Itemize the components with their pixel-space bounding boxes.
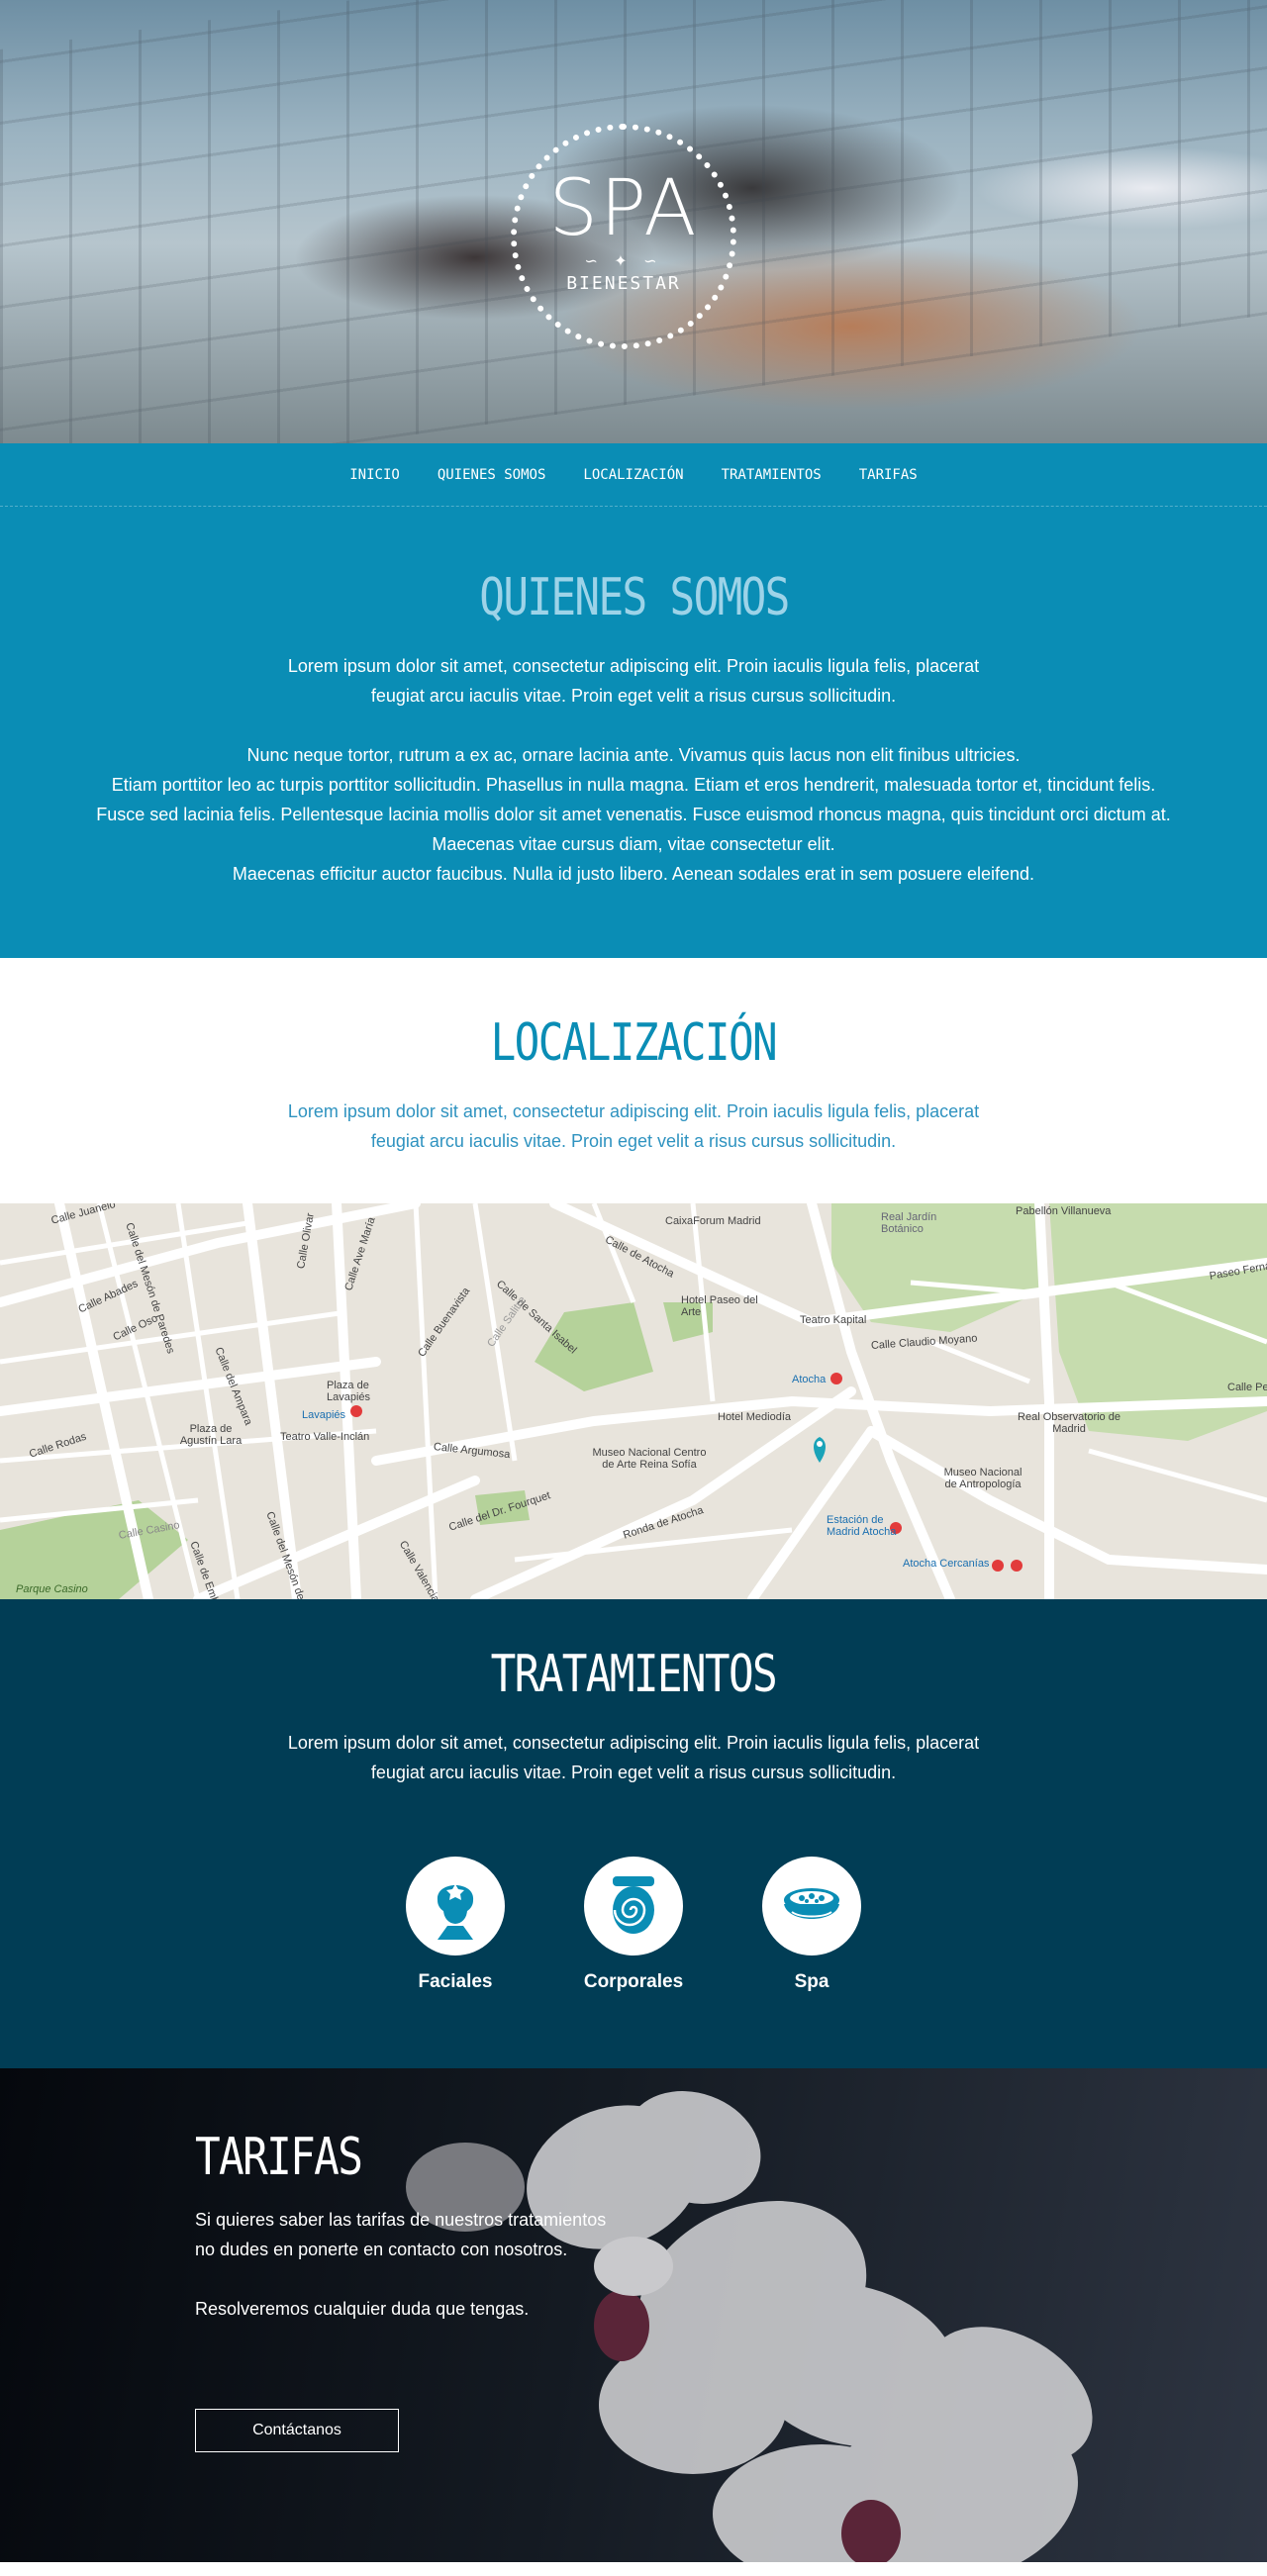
localizacion-title: LOCALIZACIÓN: [490, 1013, 778, 1073]
treatment-faciales[interactable]: Faciales: [406, 1857, 505, 1993]
map-label: Calle Peli: [1227, 1382, 1267, 1393]
tratamientos-line: feugiat arcu iaculis vitae. Proin eget v…: [370, 1763, 897, 1782]
tarifas-line: no dudes en ponerte en contacto con noso…: [195, 2240, 568, 2259]
logo-ornament: ∽ ✦ ∽: [584, 252, 663, 270]
treatment-corporales[interactable]: Corporales: [584, 1857, 683, 1993]
nav-item-quienes-somos[interactable]: QUIENES SOMOS: [419, 467, 565, 483]
orchid-image: [406, 2091, 1093, 2562]
map-label: Teatro Kapital: [800, 1314, 867, 1326]
map-label: Atocha Cercanías: [903, 1558, 990, 1570]
map-label: Pabellón Villanueva: [1016, 1205, 1112, 1217]
tarifas-note: Resolveremos cualquier duda que tengas.: [195, 2299, 530, 2319]
treatment-label: Spa: [794, 1971, 829, 1992]
map-label: Teatro Valle-Inclán: [280, 1431, 370, 1443]
treatment-label: Faciales: [418, 1971, 493, 1992]
treatment-spa[interactable]: Spa: [762, 1857, 861, 1993]
map-label: Parque Casino: [16, 1583, 88, 1595]
nav-item-tarifas[interactable]: TARIFAS: [840, 467, 936, 483]
location-map[interactable]: Calle Juanelo Calle del Mesón de Paredes…: [0, 1203, 1267, 1599]
spa-logo[interactable]: SPA ∽ ✦ ∽ BIENESTAR: [511, 124, 736, 349]
rolled-towel-icon[interactable]: [584, 1857, 683, 1956]
logo-subtitle: BIENESTAR: [566, 272, 681, 294]
localizacion-section: LOCALIZACIÓN Lorem ipsum dolor sit amet,…: [0, 958, 1267, 1203]
body-line: Fusce sed lacinia felis. Pellentesque la…: [96, 805, 1171, 824]
quienes-somos-section: QUIENES SOMOS Lorem ipsum dolor sit amet…: [0, 507, 1267, 958]
nav-item-inicio[interactable]: INICIO: [331, 467, 419, 483]
map-label: Estación de Madrid Atocha: [827, 1514, 897, 1538]
map-label: Museo Nacional de Antropología: [943, 1467, 1023, 1490]
tratamientos-line: Lorem ipsum dolor sit amet, consectetur …: [287, 1733, 980, 1753]
localizacion-line: feugiat arcu iaculis vitae. Proin eget v…: [370, 1131, 897, 1151]
tarifas-title: TARIFAS: [195, 2128, 363, 2187]
body-line: Maecenas efficitur auctor faucibus. Null…: [232, 864, 1035, 884]
quienes-somos-title: QUIENES SOMOS: [478, 568, 790, 627]
hero-banner: SPA ∽ ✦ ∽ BIENESTAR: [0, 0, 1267, 443]
tarifas-content: TARIFAS Si quieres saber las tarifas de …: [195, 2132, 611, 2452]
treatment-label: Corporales: [583, 1971, 684, 1992]
tarifas-section: TARIFAS Si quieres saber las tarifas de …: [0, 2068, 1267, 2562]
map-streets: [0, 1203, 1267, 1599]
map-label: Real Observatorio de Madrid: [1018, 1411, 1121, 1435]
body-line: Maecenas vitae cursus diam, vitae consec…: [432, 834, 835, 854]
tratamientos-title: TRATAMIENTOS: [490, 1645, 778, 1704]
tarifas-text: Si quieres saber las tarifas de nuestros…: [195, 2205, 611, 2264]
body-line: Nunc neque tortor, rutrum a ex ac, ornar…: [246, 745, 1021, 765]
body-line: Etiam porttitor leo ac turpis porttitor …: [111, 775, 1156, 795]
face-towel-icon[interactable]: [406, 1857, 505, 1956]
tratamientos-section: TRATAMIENTOS Lorem ipsum dolor sit amet,…: [0, 1599, 1267, 2068]
map-label: Hotel Paseo del Arte: [681, 1294, 758, 1318]
tratamientos-text: Lorem ipsum dolor sit amet, consectetur …: [287, 1728, 980, 1787]
contactanos-button[interactable]: Contáctanos: [195, 2409, 399, 2452]
intro-line: Lorem ipsum dolor sit amet, consectetur …: [287, 656, 980, 676]
map-label: CaixaForum Madrid: [665, 1215, 761, 1227]
map-label: Lavapiés: [302, 1409, 346, 1421]
map-label: Atocha: [792, 1374, 827, 1385]
nav-item-localizacion[interactable]: LOCALIZACIÓN: [564, 467, 702, 483]
tarifas-line: Si quieres saber las tarifas de nuestros…: [195, 2210, 607, 2230]
logo-title: SPA: [548, 163, 699, 253]
main-navigation: INICIO QUIENES SOMOS LOCALIZACIÓN TRATAM…: [0, 443, 1267, 507]
intro-line: feugiat arcu iaculis vitae. Proin eget v…: [370, 686, 897, 706]
quienes-somos-body: Nunc neque tortor, rutrum a ex ac, ornar…: [89, 740, 1178, 889]
map-label: Hotel Mediodía: [718, 1411, 791, 1423]
map-label: Plaza de Agustín Lara: [179, 1423, 243, 1447]
quienes-somos-intro: Lorem ipsum dolor sit amet, consectetur …: [287, 651, 980, 711]
map-label: Real Jardín Botánico: [881, 1211, 937, 1235]
nav-item-tratamientos[interactable]: TRATAMIENTOS: [703, 467, 840, 483]
map-label: Museo Nacional Centro de Arte Reina Sofí…: [592, 1447, 707, 1471]
localizacion-text: Lorem ipsum dolor sit amet, consectetur …: [287, 1097, 980, 1156]
spa-bowl-icon[interactable]: [762, 1857, 861, 1956]
map-label: Plaza de Lavapiés: [327, 1380, 371, 1403]
treatment-list: Faciales Corporales Spa: [0, 1857, 1267, 1993]
localizacion-line: Lorem ipsum dolor sit amet, consectetur …: [287, 1101, 980, 1121]
